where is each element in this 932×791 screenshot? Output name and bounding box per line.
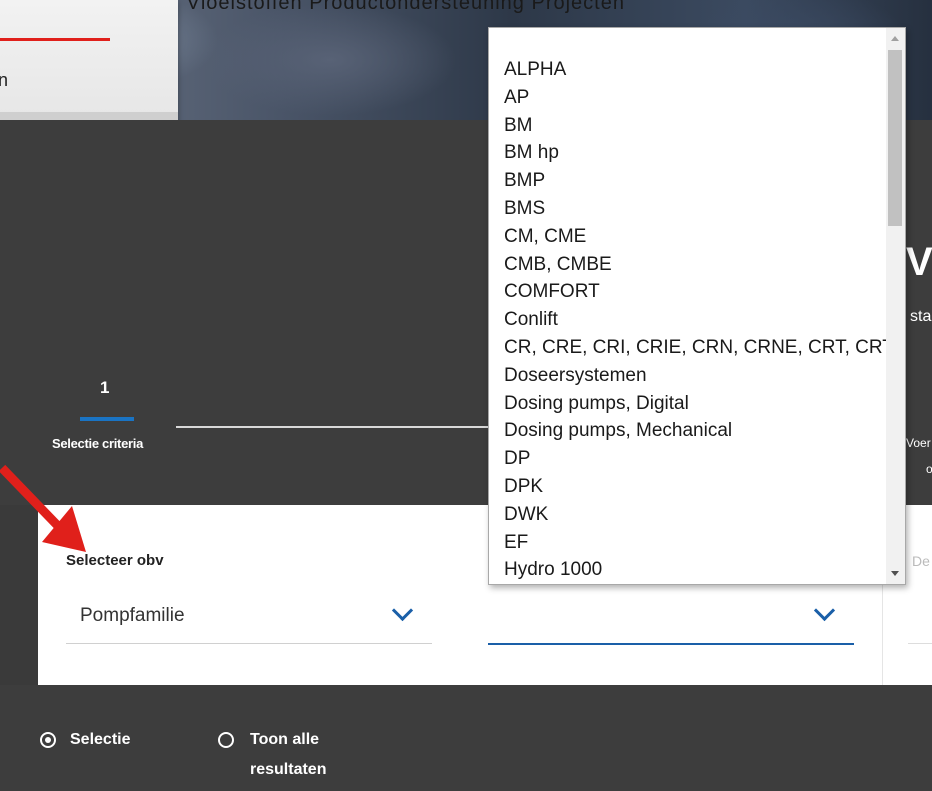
step-label-fragment-2: o [926,462,932,476]
option-item[interactable]: Dosing pumps, Digital [489,390,905,418]
option-item[interactable]: COMFORT [489,278,905,306]
step-active-indicator [80,417,134,421]
title-fragment: V [906,240,932,284]
brand-accent-line [0,38,110,41]
option-item[interactable]: CM, CME [489,223,905,251]
radio-selection-label[interactable]: Selectie [70,726,130,754]
subtitle-fragment: sta [910,308,932,325]
option-item[interactable]: BM hp [489,139,905,167]
scroll-up-arrow-icon[interactable] [891,36,899,41]
radio-show-all-label-line1[interactable]: Toon alle [250,726,319,754]
option-item[interactable]: CR, CRE, CRI, CRIE, CRN, CRNE, CRT, CRTE [489,334,905,362]
options-list: ALPHA AP BM BM hp BMP BMS CM, CME CMB, C… [489,28,905,584]
option-item[interactable]: DPK [489,473,905,501]
step-connector-line [176,426,496,428]
pump-family-dropdown[interactable] [488,593,854,645]
radio-show-all[interactable] [218,732,234,748]
chevron-down-icon [813,599,836,622]
step-label-selection-criteria[interactable]: Selectie criteria [52,436,143,451]
red-arrow-icon [0,464,86,552]
option-item[interactable]: EF [489,529,905,557]
dropdown-scrollbar[interactable] [886,28,905,584]
option-item[interactable]: BMP [489,167,905,195]
select-by-value: Pompfamilie [80,605,185,626]
radio-selection[interactable] [40,732,56,748]
radio-show-all-label-line2[interactable]: resultaten [250,756,326,784]
step-number[interactable]: 1 [100,378,109,398]
chevron-down-icon [391,599,414,622]
option-item[interactable]: AP [489,84,905,112]
scrollbar-thumb[interactable] [888,50,902,226]
option-item[interactable]: Hydro 1000 [489,556,905,584]
results-options [0,685,932,791]
pump-family-options-list[interactable]: ALPHA AP BM BM hp BMP BMS CM, CME CMB, C… [488,27,906,585]
option-item[interactable]: BMS [489,195,905,223]
option-item[interactable]: BM [489,112,905,140]
nav-text-fragment: n [0,70,9,90]
option-item[interactable]: Conlift [489,306,905,334]
option-item[interactable]: Doseersystemen [489,362,905,390]
option-item[interactable]: DP [489,445,905,473]
step-label-fragment: Voer [906,436,931,450]
field-underline-fragment [908,643,932,644]
option-item[interactable]: CMB, CMBE [489,251,905,279]
select-by-dropdown[interactable]: Pompfamilie [66,593,432,644]
option-item[interactable]: ALPHA [489,56,905,84]
field-label-fragment: De [912,553,930,569]
scroll-down-arrow-icon[interactable] [891,571,899,576]
option-item[interactable]: DWK [489,501,905,529]
option-item[interactable]: Dosing pumps, Mechanical [489,417,905,445]
